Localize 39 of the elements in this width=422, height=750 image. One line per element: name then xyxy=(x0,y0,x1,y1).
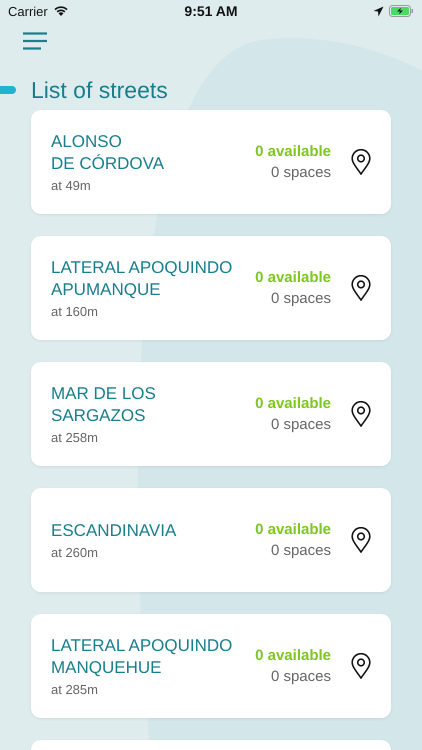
menu-button[interactable] xyxy=(22,32,48,50)
spaces-count: 0 spaces xyxy=(270,415,331,435)
street-distance: at 260m xyxy=(51,545,99,560)
street-name: LATERAL APOQUINDO APUMANQUE xyxy=(51,257,234,301)
map-pin-icon[interactable] xyxy=(351,653,371,679)
street-card[interactable]: LATERAL APOQUINDO APUMANQUE at 160m 0 available 0 spaces xyxy=(31,236,391,340)
page-title: List of streets xyxy=(31,76,168,104)
street-distance: at 285m xyxy=(51,682,99,697)
street-distance: at 258m xyxy=(51,430,99,445)
street-card[interactable]: ALONSO DE CÓRDOVA at 49m 0 available 0 spaces xyxy=(31,110,391,214)
location-arrow-icon xyxy=(372,6,384,16)
map-pin-icon[interactable] xyxy=(351,527,371,553)
title-marker xyxy=(0,86,16,94)
street-card[interactable]: ESCANDINAVIA at 260m 0 available 0 spaces xyxy=(31,488,391,592)
spaces-count: 0 spaces xyxy=(270,289,331,309)
spaces-count: 0 spaces xyxy=(270,163,331,183)
street-distance: at 160m xyxy=(51,304,99,319)
battery-icon xyxy=(388,5,414,17)
wifi-icon xyxy=(52,5,69,17)
street-distance: at 49m xyxy=(51,178,92,193)
spaces-count: 0 spaces xyxy=(270,667,331,687)
menu-icon xyxy=(22,32,48,50)
street-name: MAR DE LOS SARGAZOS xyxy=(51,383,157,427)
carrier-name: Carrier xyxy=(8,4,48,18)
street-card[interactable]: LATERAL APOQUINDO MANQUEHUE at 285m 0 available 0 spaces xyxy=(31,614,391,718)
available-count: 0 available xyxy=(255,142,331,162)
map-pin-icon[interactable] xyxy=(351,401,371,427)
street-name: LATERAL APOQUINDO MANQUEHUE xyxy=(51,635,234,679)
map-pin-icon[interactable] xyxy=(351,149,371,175)
available-count: 0 available xyxy=(255,520,331,540)
clock-time: 9:51 AM xyxy=(184,3,238,19)
spaces-count: 0 spaces xyxy=(270,541,331,561)
available-count: 0 available xyxy=(255,646,331,666)
map-pin-icon[interactable] xyxy=(351,275,371,301)
available-count: 0 available xyxy=(255,268,331,288)
available-count: 0 available xyxy=(255,394,331,414)
street-name: ESCANDINAVIA xyxy=(51,520,178,542)
street-name: ALONSO DE CÓRDOVA xyxy=(51,131,166,175)
street-card[interactable]: MAR DE LOS SARGAZOS at 258m 0 available 0 spaces xyxy=(31,362,391,466)
